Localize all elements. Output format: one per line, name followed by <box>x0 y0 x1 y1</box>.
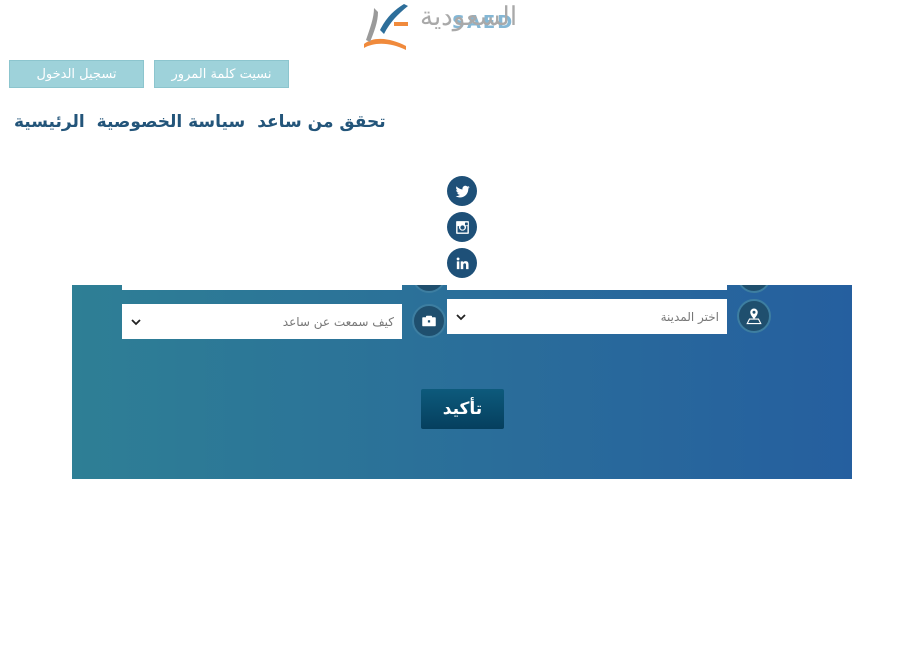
nav-item-verify-saed[interactable]: تحقق من ساعد <box>257 112 385 132</box>
hidden-field-left <box>122 285 402 290</box>
linkedin-link[interactable] <box>447 248 477 278</box>
referral-source-select[interactable]: كيف سمعت عن ساعد <box>122 304 402 339</box>
site-logo[interactable]: SAED السعودية <box>360 0 560 54</box>
city-select[interactable]: اختر المدينة <box>447 299 727 334</box>
login-button[interactable]: تسجيل الدخول <box>9 60 144 88</box>
briefcase-icon <box>422 315 436 327</box>
linkedin-icon <box>456 256 469 269</box>
map-pin-icon-badge <box>737 299 771 333</box>
main-nav: الرئيسية سياسة الخصوصية تحقق من ساعد <box>14 112 386 132</box>
hidden-field-right-icon <box>737 285 771 293</box>
logo-arabic-text: السعودية <box>420 2 518 32</box>
chevron-down-icon <box>131 318 141 325</box>
nav-item-privacy-policy[interactable]: سياسة الخصوصية <box>97 112 246 132</box>
map-pin-icon <box>746 308 762 325</box>
twitter-link[interactable] <box>447 176 477 206</box>
hidden-field-left-icon <box>412 285 446 293</box>
pen-book-logo-icon <box>364 4 408 50</box>
registration-form-panel: اختر المدينة كيف سمعت عن ساعد تأكيد <box>72 285 852 479</box>
briefcase-icon-badge <box>412 304 446 338</box>
twitter-icon <box>455 185 470 197</box>
forgot-password-button[interactable]: نسيت كلمة المرور <box>154 60 289 88</box>
confirm-button[interactable]: تأكيد <box>421 389 504 429</box>
hidden-field-right <box>447 285 727 290</box>
instagram-link[interactable] <box>447 212 477 242</box>
instagram-icon <box>455 220 469 234</box>
nav-item-home[interactable]: الرئيسية <box>14 112 85 132</box>
referral-source-placeholder: كيف سمعت عن ساعد <box>282 314 394 329</box>
chevron-down-icon <box>456 313 466 320</box>
city-select-placeholder: اختر المدينة <box>660 309 719 324</box>
